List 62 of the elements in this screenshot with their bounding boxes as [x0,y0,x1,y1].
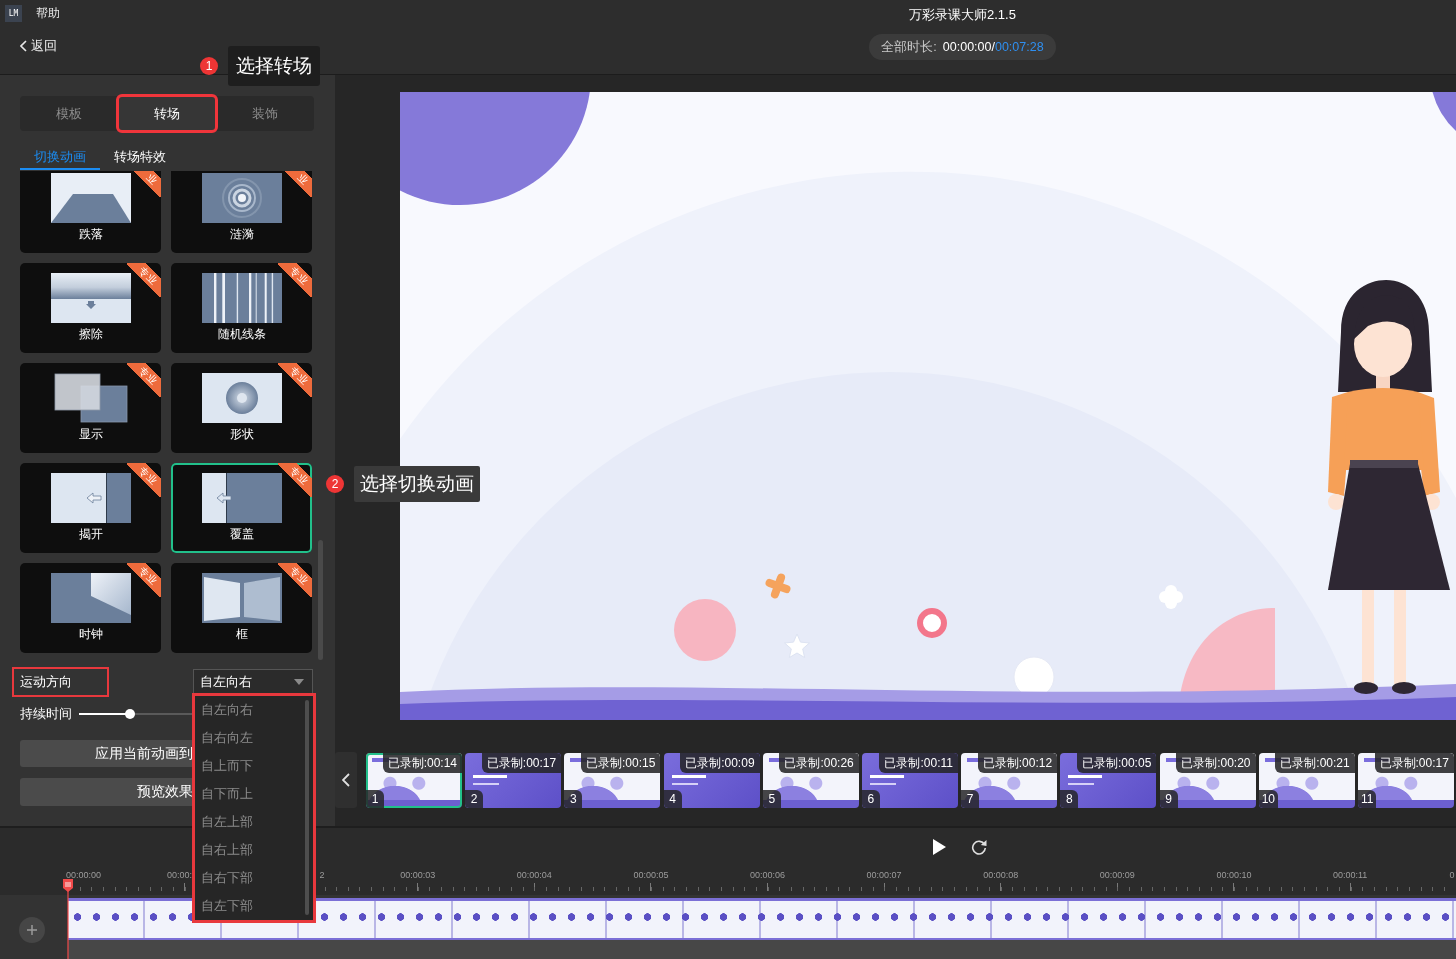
time-label: 00:00:08 [983,870,1019,880]
recording-time-label: 已录制:00:15 [581,752,661,773]
slide-number: 10 [1258,789,1279,808]
time-label: 00:00:07 [866,870,902,880]
pro-badge: 专业 [127,363,161,397]
recording-time-label: 已录制:00:20 [1176,752,1256,773]
transition-name: 揭开 [78,526,103,542]
transition-name: 擦除 [78,326,103,342]
pro-badge: 专业 [127,463,161,497]
transition-name: 形状 [229,426,254,442]
direction-label: 运动方向 [12,667,109,697]
pro-badge: 专业 [278,463,312,497]
recording-time-label: 已录制:00:14 [382,752,462,773]
pro-badge: 专业 [278,563,312,597]
callout-label: 选择切换动画 [354,466,480,502]
transition-name: 随机线条 [217,326,266,342]
current-time: 00:00:00/ [942,40,995,54]
recording-time-label: 已录制:00:11 [879,752,958,773]
recording-time-label: 已录制:00:26 [779,752,859,773]
time-label: 00:00:11 [1333,870,1368,880]
recording-time-label: 已录制:00:21 [1275,752,1355,773]
recording-time-label: 已录制:00:09 [680,752,760,773]
transition-name: 覆盖 [229,526,254,542]
time-label: 0 [1449,870,1455,880]
slide-number: 6 [861,789,880,808]
duration-slider-label: 持续时间 [20,705,72,723]
slide-number: 5 [762,789,781,808]
recording-time-label: 已录制:00:12 [977,752,1058,773]
pro-badge: 专业 [127,263,161,297]
time-label: 00:00:09 [1099,870,1135,880]
slide-number: 9 [1159,789,1178,808]
window-title: 万彩录课大师2.1.5 [909,7,1016,23]
time-label: 00:00:10 [1216,870,1252,880]
time-label: 00:00:00 [66,870,102,880]
time-label: 00:00: [167,870,193,880]
slide-number: 1 [366,789,384,808]
slide-number: 4 [663,789,682,808]
transition-name: 时钟 [78,626,103,642]
transition-name: 框 [235,626,248,642]
transition-name: 跌落 [78,226,103,242]
slide-number: 3 [564,789,583,808]
slide-number: 7 [961,789,980,808]
slide-number: 8 [1060,789,1079,808]
recording-time-label: 已录制:00:17 [1374,752,1454,773]
slide-number: 11 [1357,789,1377,808]
pro-badge: 专业 [278,363,312,397]
pro-badge: 专业 [278,263,312,297]
recording-time-label: 已录制:00:05 [1076,752,1157,773]
time-label: 2 [318,870,325,880]
app-logo: LM [5,5,22,22]
duration-label: 全部时长: [881,38,937,56]
pro-badge: 专业 [127,563,161,597]
slide-number: 2 [465,789,484,808]
time-label: 00:00:05 [633,870,669,880]
callout-label: 选择转场 [228,46,320,86]
total-time: 00:07:28 [994,40,1044,54]
recording-time-label: 已录制:00:17 [481,752,562,773]
time-label: 00:00:03 [400,870,436,880]
time-label: 00:00:06 [750,870,786,880]
transition-name: 涟漪 [229,226,254,242]
time-label: 00:00:04 [516,870,552,880]
transition-name: 显示 [78,426,103,442]
